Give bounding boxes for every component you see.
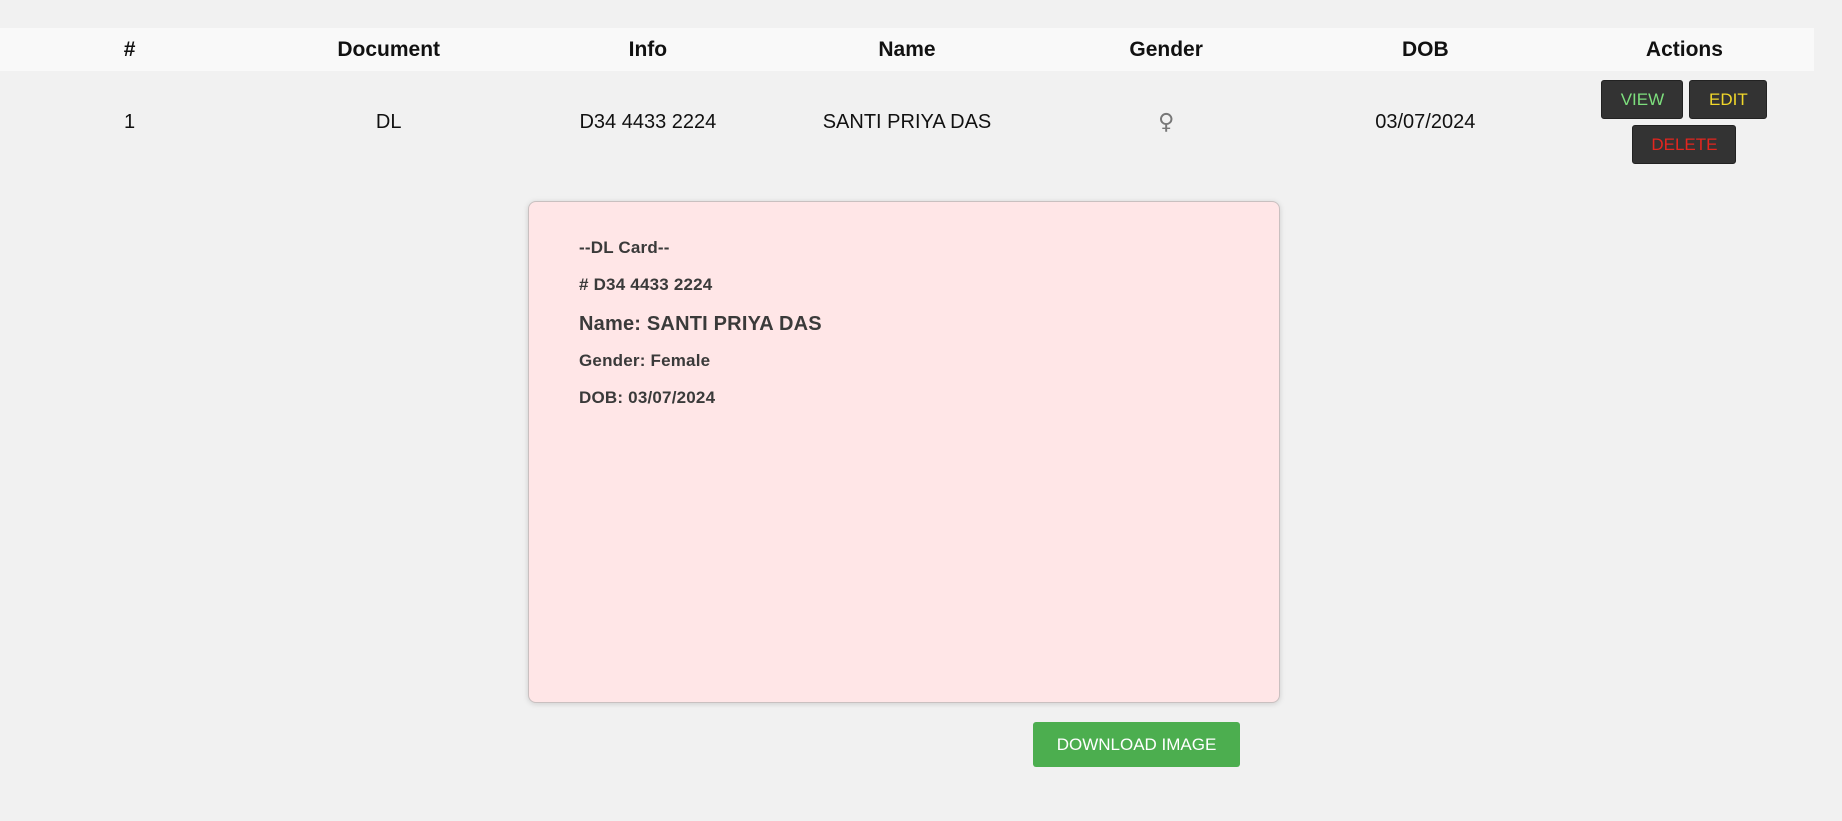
table-row: 1 DL D34 4433 2224 SANTI PRIYA DAS ♀ 03/… xyxy=(0,71,1814,173)
table-body: 1 DL D34 4433 2224 SANTI PRIYA DAS ♀ 03/… xyxy=(0,71,1814,173)
header-info: Info xyxy=(628,37,668,61)
table-header: # Document Info Name Gender DOB Actions xyxy=(0,28,1814,71)
card-number: # D34 4433 2224 xyxy=(579,275,713,294)
cell-gender: ♀ xyxy=(1037,71,1296,173)
card-dob: DOB: 03/07/2024 xyxy=(579,388,716,407)
cell-name: SANTI PRIYA DAS xyxy=(822,110,992,133)
header-name: Name xyxy=(878,37,936,61)
header-dob: DOB xyxy=(1401,37,1449,61)
records-table-container: # Document Info Name Gender DOB Actions … xyxy=(0,28,1814,173)
cell-index: 1 xyxy=(124,110,136,133)
dl-card-preview: --DL Card-- # D34 4433 2224 Name: SANTI … xyxy=(528,201,1280,703)
cell-info: D34 4433 2224 xyxy=(579,110,717,133)
cell-dob: 03/07/2024 xyxy=(1375,110,1476,133)
female-icon: ♀ xyxy=(1158,109,1175,135)
card-content: --DL Card-- # D34 4433 2224 Name: SANTI … xyxy=(579,238,822,418)
cell-actions: VIEW EDIT DELETE xyxy=(1555,71,1814,173)
header-index: # xyxy=(123,37,136,61)
header-document: Document xyxy=(337,37,441,61)
row-actions: VIEW EDIT DELETE xyxy=(1594,80,1774,164)
records-table: # Document Info Name Gender DOB Actions … xyxy=(0,28,1814,173)
delete-button[interactable]: DELETE xyxy=(1632,125,1737,164)
download-image-button[interactable]: DOWNLOAD IMAGE xyxy=(1033,722,1240,767)
view-button[interactable]: VIEW xyxy=(1601,80,1684,119)
card-gender: Gender: Female xyxy=(579,351,711,370)
cell-document: DL xyxy=(375,110,402,133)
header-row: # Document Info Name Gender DOB Actions xyxy=(0,28,1814,71)
header-gender: Gender xyxy=(1129,37,1203,61)
header-actions: Actions xyxy=(1645,37,1723,61)
card-title: --DL Card-- xyxy=(579,238,670,257)
card-name: Name: SANTI PRIYA DAS xyxy=(579,313,822,335)
edit-button[interactable]: EDIT xyxy=(1689,80,1768,119)
